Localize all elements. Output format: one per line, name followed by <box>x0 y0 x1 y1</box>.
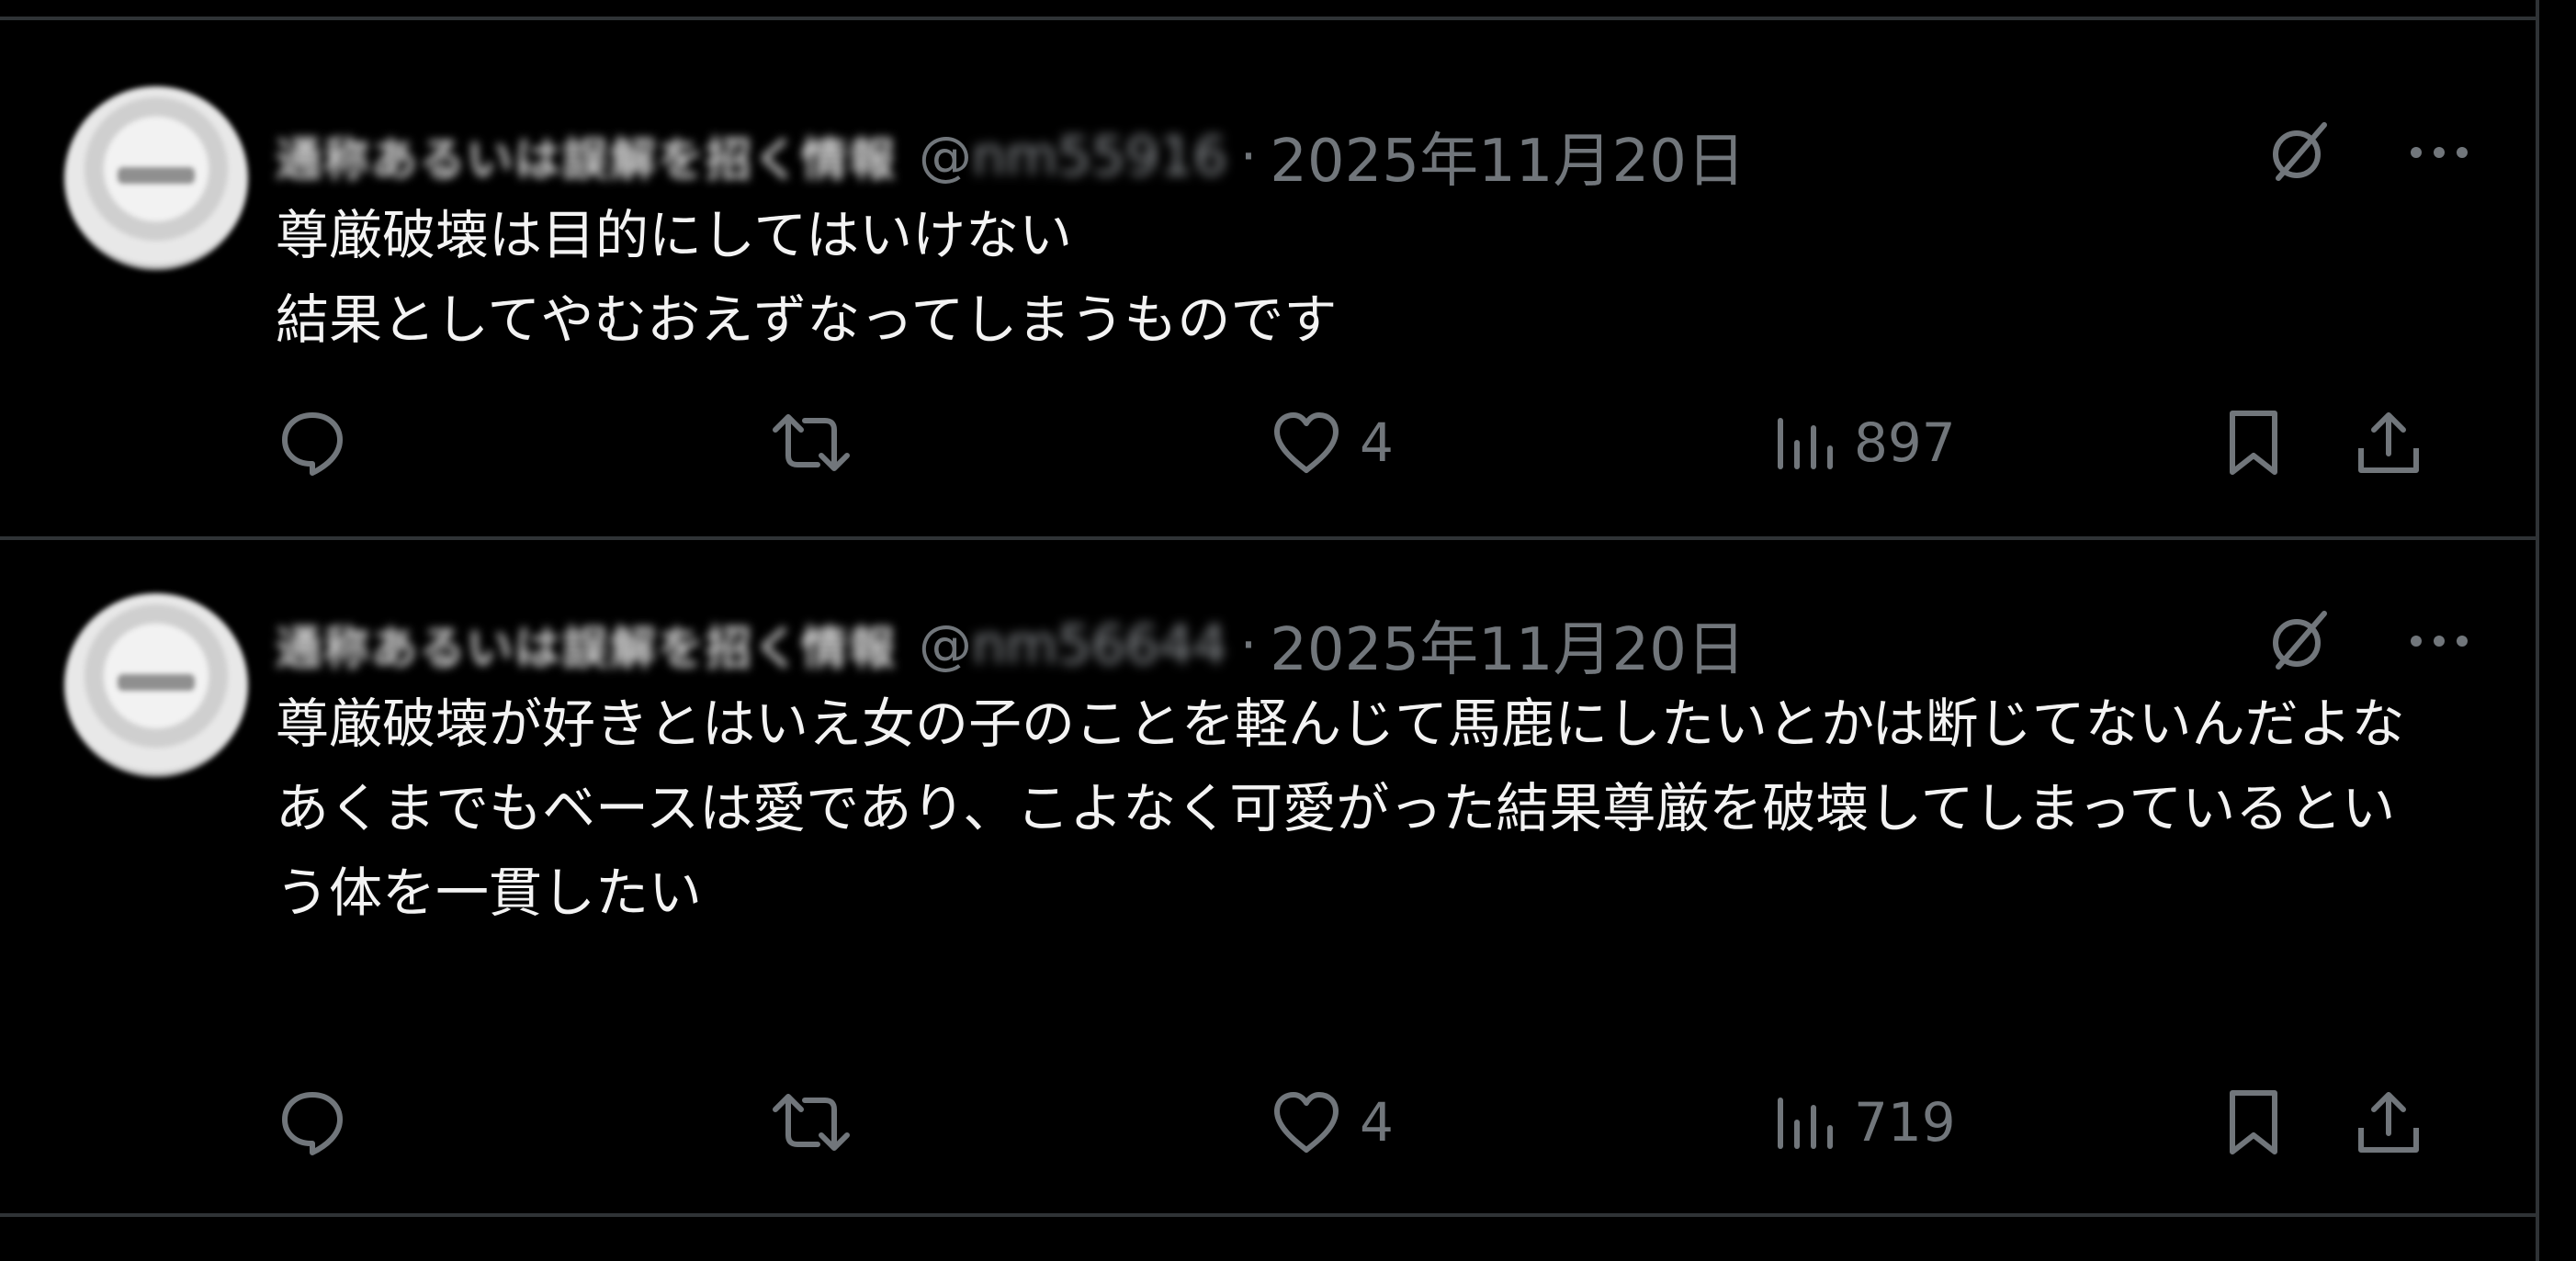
share-button[interactable] <box>2352 1086 2425 1159</box>
right-actions <box>2221 406 2425 479</box>
reply-icon <box>276 1086 349 1159</box>
tweet-header: 通称あるいは誤解を招く情報 @nm56644 · 2025年11月20日 <box>276 608 1746 684</box>
like-button[interactable]: 4 <box>1270 1086 1394 1159</box>
timestamp[interactable]: 2025年11月20日 <box>1270 602 1746 687</box>
tweet-actions: 4 897 <box>276 406 2425 479</box>
heart-icon <box>1270 1086 1343 1159</box>
avatar[interactable] <box>64 86 248 270</box>
retweet-icon <box>770 1086 853 1159</box>
bookmark-button[interactable] <box>2221 406 2286 479</box>
more-icon[interactable] <box>2407 139 2471 166</box>
reply-button[interactable] <box>276 406 349 479</box>
tweet-text: 尊厳破壊は目的にしてはいけない 結果としてやむおえずなってしまうものです <box>276 204 1338 351</box>
tweet-header: 通称あるいは誤解を招く情報 @nm55916 · 2025年11月20日 <box>276 119 1746 196</box>
timestamp[interactable]: 2025年11月20日 <box>1270 114 1746 198</box>
more-icon[interactable] <box>2407 627 2471 655</box>
view-count: 719 <box>1854 1091 1956 1154</box>
tweet-top-icons <box>2262 604 2471 678</box>
bookmark-icon <box>2221 406 2286 479</box>
like-button[interactable]: 4 <box>1270 406 1394 479</box>
like-count: 4 <box>1360 411 1394 474</box>
separator-dot: · <box>1239 125 1258 187</box>
tweet-actions: 4 719 <box>276 1086 2425 1159</box>
heart-icon <box>1270 406 1343 479</box>
bookmark-icon <box>2221 1086 2286 1159</box>
view-count: 897 <box>1854 411 1956 474</box>
timeline-feed: 通称あるいは誤解を招く情報 @nm55916 · 2025年11月20日 尊厳破… <box>0 0 2539 1261</box>
share-button[interactable] <box>2352 406 2425 479</box>
reply-button[interactable] <box>276 1086 349 1159</box>
share-icon <box>2352 1086 2425 1159</box>
grok-icon[interactable] <box>2262 604 2335 678</box>
tweet-top-icons <box>2262 116 2471 189</box>
share-icon <box>2352 406 2425 479</box>
views-icon <box>1773 1086 1837 1159</box>
reply-icon <box>276 406 349 479</box>
handle[interactable]: @nm56644 <box>919 614 1227 676</box>
views-button[interactable]: 719 <box>1773 1086 1956 1159</box>
like-count: 4 <box>1360 1091 1394 1154</box>
right-actions <box>2221 1086 2425 1159</box>
separator-dot: · <box>1239 614 1258 676</box>
display-name[interactable]: 通称あるいは誤解を招く情報 <box>276 612 897 678</box>
grok-icon[interactable] <box>2262 116 2335 189</box>
display-name[interactable]: 通称あるいは誤解を招く情報 <box>276 123 897 189</box>
retweet-button[interactable] <box>770 406 853 479</box>
bookmark-button[interactable] <box>2221 1086 2286 1159</box>
retweet-icon <box>770 406 853 479</box>
tweet-text: 尊厳破壊が好きとはいえ女の子のことを軽んじて馬鹿にしたいとかは断じてないんだよな… <box>276 692 2405 924</box>
tweet-2[interactable]: 通称あるいは誤解を招く情報 @nm56644 · 2025年11月20日 尊厳破… <box>0 540 2536 1213</box>
views-icon <box>1773 406 1837 479</box>
handle[interactable]: @nm55916 <box>919 125 1227 187</box>
tweet-1[interactable]: 通称あるいは誤解を招く情報 @nm55916 · 2025年11月20日 尊厳破… <box>0 20 2536 536</box>
retweet-button[interactable] <box>770 1086 853 1159</box>
bottom-divider <box>0 1213 2539 1217</box>
views-button[interactable]: 897 <box>1773 406 1956 479</box>
avatar[interactable] <box>64 593 248 777</box>
